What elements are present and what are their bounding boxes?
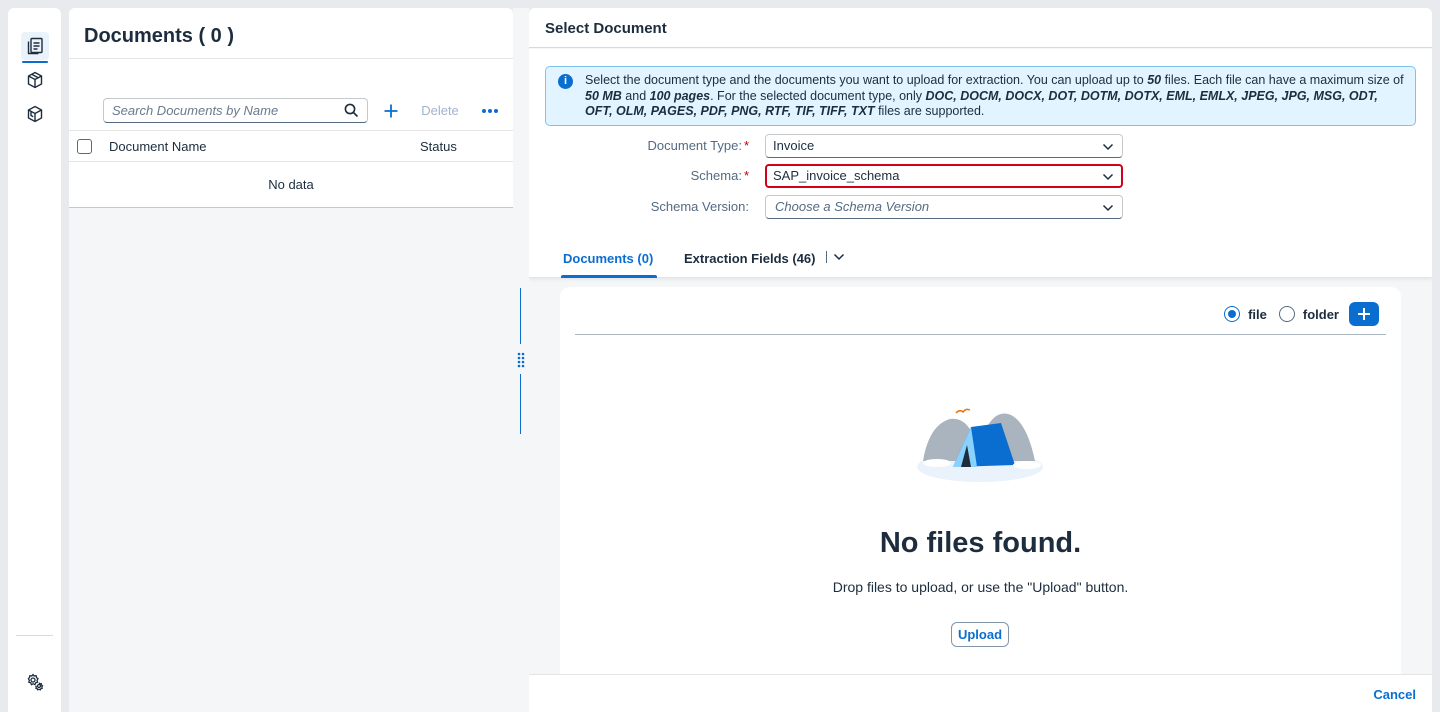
table-header: Document Name Status xyxy=(69,130,513,162)
info-text-1: Select the document type and the documen… xyxy=(585,73,1148,87)
search-icon[interactable] xyxy=(344,103,359,118)
info-icon: i xyxy=(558,74,573,89)
tab-extraction-fields[interactable]: Extraction Fields (46) xyxy=(684,251,815,266)
schema-version-select[interactable]: Choose a Schema Version xyxy=(765,195,1123,219)
upload-button[interactable]: Upload xyxy=(951,622,1009,647)
upload-mode-group: file folder xyxy=(1224,302,1379,326)
cube-icon[interactable] xyxy=(21,66,49,94)
settings-icon[interactable] xyxy=(21,668,49,696)
drag-handle-icon[interactable] xyxy=(517,352,525,368)
info-max-files: 50 xyxy=(1147,73,1162,87)
info-text-4: . For the selected document type, only xyxy=(710,88,926,103)
dialog-header: Select Document xyxy=(529,8,1432,48)
nav-rail xyxy=(8,8,61,712)
document-type-row: Document Type: * Invoice xyxy=(529,134,1432,158)
dialog-footer: Cancel xyxy=(529,674,1432,712)
select-all-checkbox[interactable] xyxy=(77,139,92,154)
documents-title: Documents ( 0 ) xyxy=(84,25,235,47)
dialog-title: Select Document xyxy=(545,20,667,37)
column-document-name[interactable]: Document Name xyxy=(109,139,207,154)
search-input[interactable] xyxy=(112,103,344,118)
cancel-button[interactable]: Cancel xyxy=(1373,687,1416,702)
tab-selected-indicator xyxy=(561,275,657,278)
radio-file[interactable] xyxy=(1224,306,1241,322)
tab-documents[interactable]: Documents (0) xyxy=(563,251,653,266)
radio-file-label[interactable]: file xyxy=(1248,307,1267,322)
tab-overflow-button[interactable] xyxy=(826,251,845,263)
upload-area[interactable]: file folder No files found. Drop files t… xyxy=(560,287,1401,687)
upload-separator xyxy=(575,334,1386,335)
no-data-text: No data xyxy=(69,162,513,208)
info-max-size: 50 MB xyxy=(585,88,622,103)
plus-icon xyxy=(1358,308,1370,320)
chevron-down-icon xyxy=(1102,143,1114,151)
chevron-down-icon xyxy=(1102,173,1114,181)
radio-folder-label[interactable]: folder xyxy=(1303,307,1339,322)
chevron-down-icon xyxy=(1102,204,1114,212)
document-type-select[interactable]: Invoice xyxy=(765,134,1123,158)
search-field[interactable] xyxy=(103,98,368,123)
schema-select[interactable]: SAP_invoice_schema xyxy=(765,164,1123,188)
schema-label: Schema: * xyxy=(690,168,749,183)
document-type-value: Invoice xyxy=(773,138,815,153)
delete-button[interactable]: Delete xyxy=(414,98,466,123)
empty-title: No files found. xyxy=(879,527,1082,559)
schema-row: Schema: * SAP_invoice_schema xyxy=(529,164,1432,188)
documents-icon[interactable] xyxy=(21,32,49,63)
add-document-button[interactable] xyxy=(378,98,404,123)
panel-splitter[interactable] xyxy=(513,8,529,712)
tab-divider xyxy=(826,251,827,263)
more-options-button[interactable] xyxy=(477,98,503,123)
chevron-down-icon xyxy=(833,253,845,261)
overflow-icon xyxy=(482,108,498,113)
info-message-strip: i Select the document type and the docum… xyxy=(545,66,1416,126)
tab-bar: Documents (0) Extraction Fields (46) xyxy=(529,237,1432,278)
info-max-pages: 100 pages xyxy=(649,88,711,103)
select-document-dialog: Select Document i Select the document ty… xyxy=(529,8,1432,712)
add-files-button[interactable] xyxy=(1349,302,1379,326)
rail-separator xyxy=(16,635,53,636)
empty-subtitle: Drop files to upload, or use the "Upload… xyxy=(832,579,1129,595)
plus-icon xyxy=(384,104,398,117)
info-text-3: and xyxy=(621,88,650,103)
schema-version-placeholder: Choose a Schema Version xyxy=(775,199,930,214)
schema-version-row: Schema Version: Choose a Schema Version xyxy=(529,195,1432,219)
splitter-line-top xyxy=(520,288,521,344)
info-text-5: files are supported. xyxy=(874,104,985,118)
document-type-label: Document Type: * xyxy=(647,138,749,153)
empty-tent-illustration xyxy=(917,408,1043,482)
column-status[interactable]: Status xyxy=(420,139,457,154)
radio-folder[interactable] xyxy=(1278,306,1295,322)
package-icon[interactable] xyxy=(21,100,49,128)
splitter-line-bottom xyxy=(520,374,521,434)
documents-list-panel: Documents ( 0 ) Delete Document Name Sta… xyxy=(69,8,513,712)
schema-version-label: Schema Version: xyxy=(650,199,749,214)
title-separator xyxy=(69,58,513,59)
schema-value: SAP_invoice_schema xyxy=(773,168,900,183)
info-text-2: files. Each file can have a maximum size… xyxy=(1161,73,1404,87)
